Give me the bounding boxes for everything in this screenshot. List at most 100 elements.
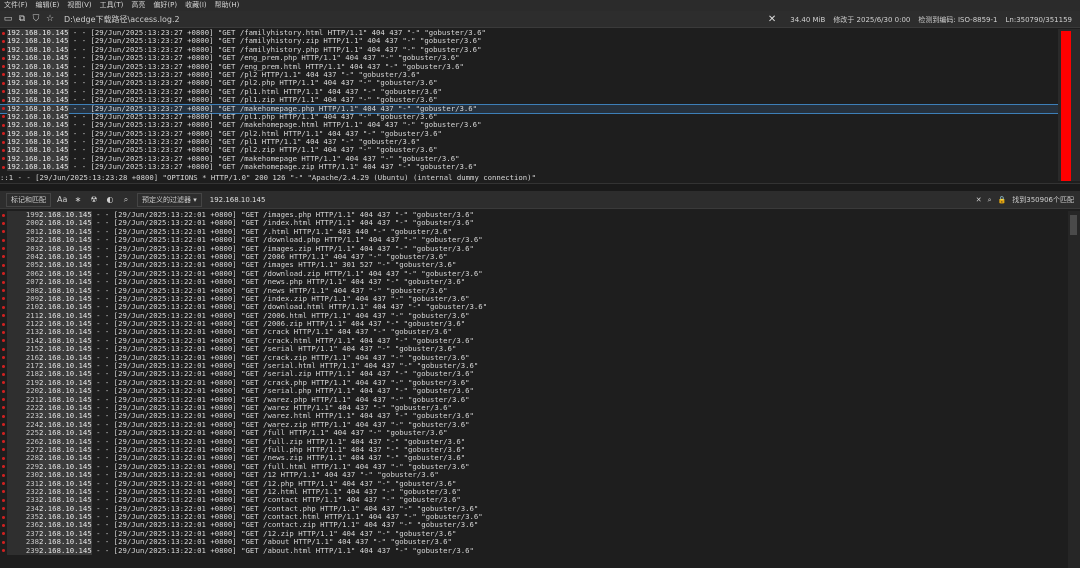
filtered-log-view[interactable]: 1992.168.10.145 - - [29/Jun/2025:13:22:0… [0,211,1066,568]
error-marker-icon [2,372,5,376]
error-marker-icon [2,431,5,435]
log-ip: 2.168.10.145 [39,235,92,245]
error-marker-icon [2,322,5,326]
error-marker-icon [2,406,5,410]
log-ip: 2.168.10.145 [39,495,92,505]
error-marker-icon [2,221,5,225]
error-marker-icon [2,238,5,242]
menu-item[interactable]: 编辑(E) [36,0,60,11]
preset-filter-select[interactable]: 预定义的过滤器 ▾ [137,192,202,207]
menu-item[interactable]: 工具(T) [100,0,124,11]
filter-query-input[interactable]: 192.168.10.145 [210,194,940,206]
menu-bar: 文件(F) 编辑(E) 视图(V) 工具(T) 高亮 偏好(P) 收藏(I) 帮助(H) [0,0,1080,11]
log-ip: 2.168.10.145 [39,344,92,354]
error-marker-icon [2,423,5,427]
modified-date: 修改于 2025/6/30 0:00 [833,15,911,24]
error-marker-icon [2,523,5,527]
filtered-log-row[interactable]: 2392.168.10.145 - - [29/Jun/2025:13:22:0… [0,545,1066,556]
error-marker-icon [2,465,5,469]
menu-item[interactable]: 偏好(P) [153,0,177,11]
error-marker-icon [2,398,5,402]
menu-item[interactable]: 视图(V) [67,0,91,11]
menu-item[interactable]: 高亮 [131,0,145,11]
error-marker-icon [2,230,5,234]
error-marker-icon [2,280,5,284]
error-marker-icon [2,132,5,136]
filtered-scrollbar-thumb[interactable] [1070,215,1077,235]
error-marker-icon [2,456,5,460]
lock-icon[interactable]: 🔒 [998,196,1007,204]
error-marker-icon [2,347,5,351]
error-marker-icon [2,540,5,544]
error-marker-icon [2,213,5,217]
log-ip: 192.168.10.145 [7,120,69,130]
line-number: 239 [7,546,39,556]
error-marker-icon [2,339,5,343]
log-view-main[interactable]: 192.168.10.145 - - [29/Jun/2025:13:23:27… [0,29,1058,173]
log-ip: 192.168.10.145 [7,78,69,88]
filter-icon[interactable]: ⛉ [30,14,42,24]
log-row[interactable]: 192.168.10.145 - - [29/Jun/2025:13:23:27… [0,162,1058,172]
log-ip: 2.168.10.145 [39,277,92,287]
folder-open-icon[interactable]: ▭ [2,14,14,24]
filter-bar: 标记和匹配 Aa ∗ ☢ ◐ ⌕ 预定义的过滤器 ▾ 192.168.10.14… [0,191,1080,209]
file-size: 34.40 MiB [790,15,826,24]
error-marker-icon [2,364,5,368]
error-marker-icon [2,263,5,267]
error-marker-icon [2,389,5,393]
search-filter-icon[interactable]: ⌕ [988,196,992,205]
error-marker-icon [2,532,5,536]
filtered-scrollbar[interactable] [1068,211,1080,568]
log-ip: 2.168.10.145 [39,537,92,547]
error-marker-icon [2,448,5,452]
radioactive-icon[interactable]: ☢ [89,195,99,204]
close-icon[interactable]: ✕ [768,14,776,25]
error-marker-icon [2,48,5,52]
log-ip: 2.168.10.145 [39,545,92,555]
log-ip: 2.168.10.145 [39,470,92,480]
menu-item[interactable]: 收藏(I) [185,0,207,11]
error-marker-icon [2,289,5,293]
error-marker-icon [2,123,5,127]
error-marker-icon [2,39,5,43]
error-marker-icon [2,31,5,35]
error-marker-icon [2,165,5,169]
menu-item[interactable]: 文件(F) [4,0,28,11]
error-marker-icon [2,65,5,69]
log-ip: 2.168.10.145 [39,428,92,438]
search-icon[interactable]: ⌕ [121,195,131,205]
error-marker-icon [2,73,5,77]
preset-filter-label: 预定义的过滤器 [142,195,191,204]
toolbar: ▭ ⧉ ⛉ ☆ D:\edge下载路径\access.log.2 ✕ 34.40… [0,11,1080,28]
error-marker-icon [2,107,5,111]
line-position: Ln:350790/351159 [1005,15,1073,24]
regex-icon[interactable]: ∗ [73,195,83,204]
error-marker-icon [2,440,5,444]
error-marker-icon [2,148,5,152]
clear-filter-icon[interactable]: ✕ [976,196,982,204]
filter-mode-select[interactable]: 标记和匹配 [6,192,51,207]
search-match-highlight-bar [1061,31,1071,181]
error-marker-icon [2,507,5,511]
log-ip: 192.168.10.145 [7,95,69,105]
log-text: - - [29/Jun/2025:13:22:01 +0800] "GET /a… [91,545,474,555]
error-marker-icon [2,356,5,360]
menu-item[interactable]: 帮助(H) [215,0,240,11]
error-marker-icon [2,297,5,301]
log-ip: 2.168.10.145 [39,453,92,463]
match-count: 找到350906个匹配 [1012,196,1074,204]
error-marker-icon [2,272,5,276]
star-icon[interactable]: ☆ [44,14,56,24]
error-marker-icon [2,414,5,418]
error-marker-icon [2,330,5,334]
copy-icon[interactable]: ⧉ [16,14,28,24]
case-sensitive-toggle[interactable]: Aa [57,195,67,204]
log-ip: 2.168.10.145 [39,386,92,396]
log-text: - - [29/Jun/2025:13:23:27 +0800] "GET /m… [68,162,478,172]
error-marker-icon [2,115,5,119]
error-marker-icon [2,515,5,519]
error-marker-icon [2,98,5,102]
error-marker-icon [2,498,5,502]
error-marker-icon [2,490,5,494]
adjust-icon[interactable]: ◐ [105,195,115,204]
